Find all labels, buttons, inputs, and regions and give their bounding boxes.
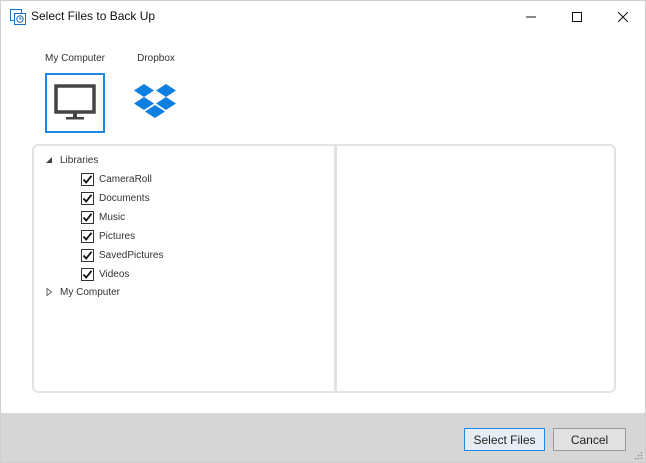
minimize-button[interactable]: [508, 1, 554, 32]
tree-label-cameraroll: CameraRoll: [99, 173, 152, 185]
select-files-dialog: Select Files to Back Up My Computer Drop…: [0, 0, 646, 463]
source-tab-my-computer[interactable]: My Computer: [44, 53, 106, 64]
checkmark-icon: [82, 250, 93, 260]
monitor-icon: [54, 84, 96, 120]
resize-grip-icon[interactable]: [633, 450, 643, 460]
close-button[interactable]: [600, 1, 646, 32]
title-bar[interactable]: Select Files to Back Up: [1, 1, 645, 32]
maximize-button[interactable]: [554, 1, 600, 32]
tree-node-libraries[interactable]: Libraries: [44, 151, 98, 169]
backup-app-icon: [10, 9, 26, 25]
tree-node-savedpictures[interactable]: SavedPictures: [81, 246, 163, 264]
cancel-button[interactable]: Cancel: [553, 428, 626, 451]
select-files-button[interactable]: Select Files: [464, 428, 545, 451]
checkbox-savedpictures[interactable]: [81, 248, 94, 262]
tree-node-videos[interactable]: Videos: [81, 265, 129, 283]
checkbox-pictures[interactable]: [81, 229, 94, 243]
minimize-icon: [526, 16, 536, 17]
close-icon: [618, 11, 628, 22]
tree-node-my-computer[interactable]: My Computer: [44, 283, 120, 301]
tree-label-savedpictures: SavedPictures: [99, 249, 164, 261]
tree-node-music[interactable]: Music: [81, 208, 125, 226]
file-selection-panel: Libraries CameraRoll Documents Music Pic…: [32, 144, 616, 393]
tree-label-music: Music: [99, 211, 126, 223]
checkmark-icon: [82, 231, 93, 241]
checkmark-icon: [82, 193, 93, 203]
dialog-footer: Select Files Cancel: [1, 413, 645, 462]
checkmark-icon: [82, 212, 93, 222]
source-label-my-computer: My Computer: [44, 53, 105, 64]
checkbox-cameraroll[interactable]: [81, 172, 94, 186]
collapse-arrow-icon[interactable]: [44, 155, 54, 165]
file-list-pane: [337, 146, 614, 391]
dropbox-source-button[interactable]: [125, 73, 185, 133]
tree-label-libraries: Libraries: [60, 154, 99, 166]
tree-label-documents: Documents: [99, 192, 150, 204]
tree-label-pictures: Pictures: [99, 230, 136, 242]
my-computer-source-button[interactable]: [45, 73, 105, 133]
window-title: Select Files to Back Up: [31, 9, 156, 23]
dropbox-icon: [134, 84, 176, 118]
tree-label-videos: Videos: [99, 268, 130, 280]
source-tab-dropbox[interactable]: Dropbox: [129, 53, 183, 64]
checkbox-music[interactable]: [81, 210, 94, 224]
source-label-dropbox: Dropbox: [137, 53, 175, 64]
checkbox-documents[interactable]: [81, 191, 94, 205]
checkmark-icon: [82, 269, 93, 279]
expand-arrow-icon[interactable]: [44, 287, 54, 297]
tree-node-documents[interactable]: Documents: [81, 189, 150, 207]
checkbox-videos[interactable]: [81, 267, 94, 281]
checkmark-icon: [82, 174, 93, 184]
tree-node-pictures[interactable]: Pictures: [81, 227, 135, 245]
tree-node-cameraroll[interactable]: CameraRoll: [81, 170, 152, 188]
tree-label-my-computer: My Computer: [60, 286, 121, 298]
maximize-icon: [572, 11, 582, 22]
